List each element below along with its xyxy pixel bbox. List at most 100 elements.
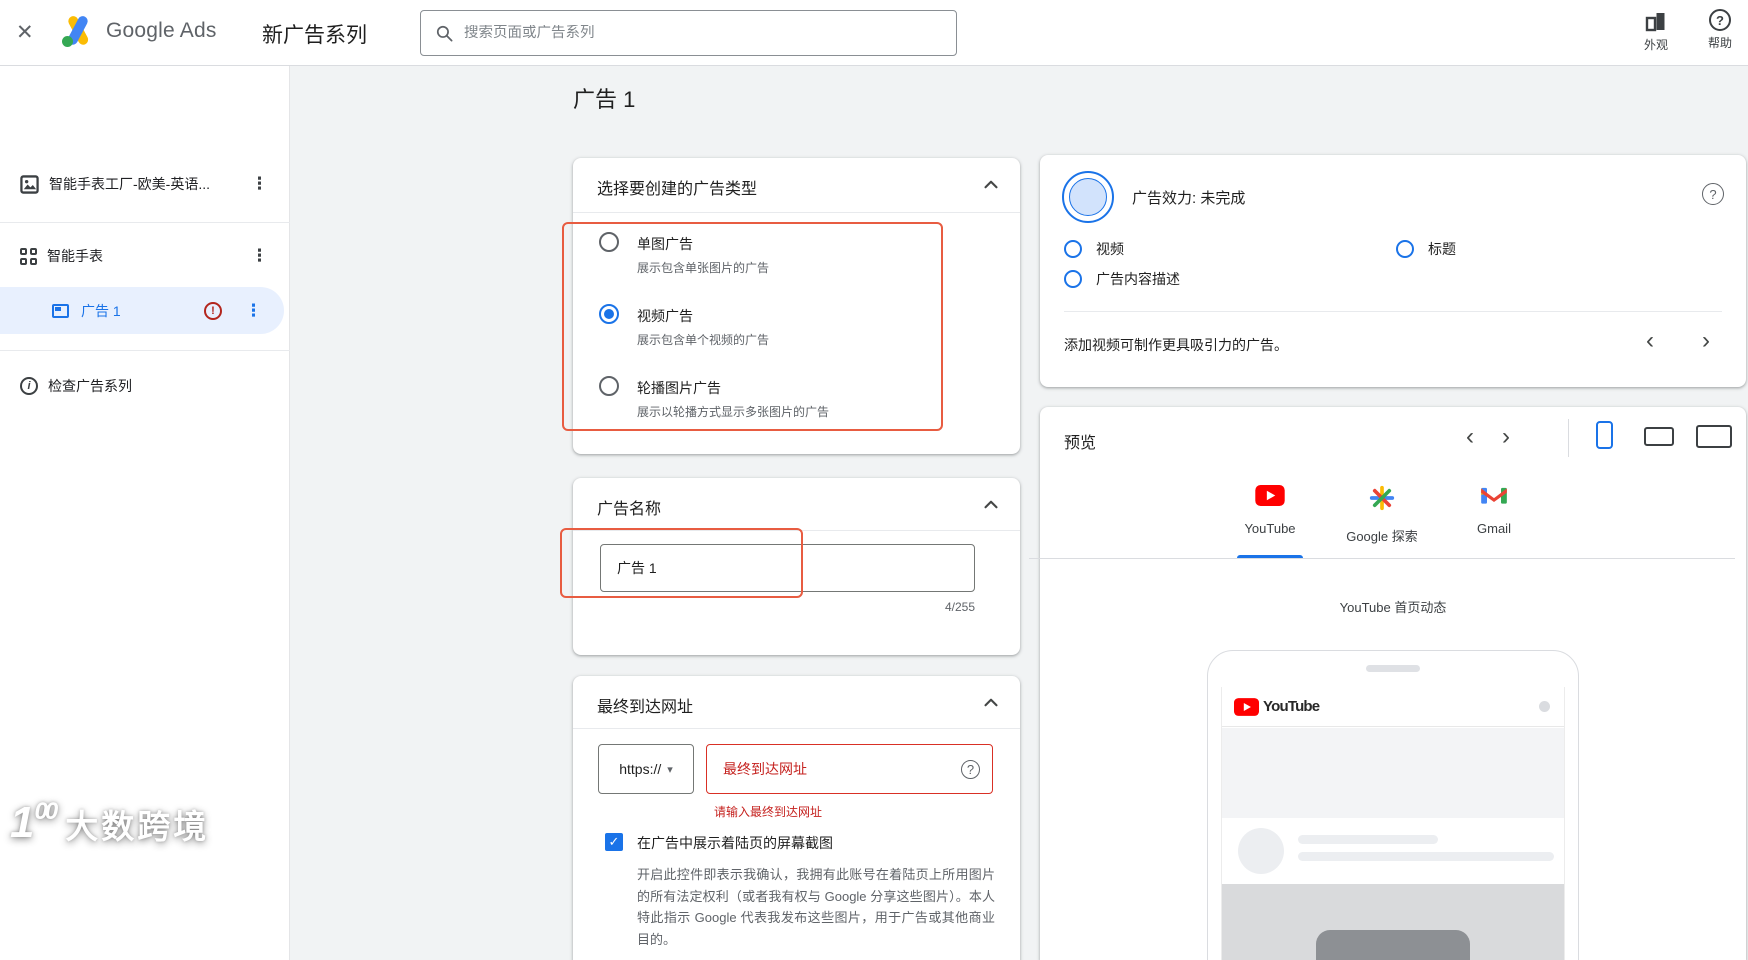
sidebar-divider xyxy=(0,350,290,351)
final-url-input-wrap: ? xyxy=(706,744,993,794)
card-divider xyxy=(573,530,1020,531)
ad-strength-gauge-icon xyxy=(1062,171,1114,223)
sidebar-divider xyxy=(0,222,290,223)
help-icon: ? xyxy=(1709,9,1731,31)
collapse-chevron-icon[interactable] xyxy=(980,174,1002,201)
ad-name-card: 广告名称 4/255 xyxy=(573,478,1020,655)
tab-label: Google 探索 xyxy=(1346,529,1418,544)
radio-carousel-ad[interactable] xyxy=(599,376,619,396)
top-bar: ✕ Google Ads 新广告系列 外观 ? xyxy=(0,0,1748,66)
phone-screen: YouTube xyxy=(1221,687,1565,960)
google-discover-icon xyxy=(1369,485,1395,511)
camera-dot xyxy=(1539,701,1550,712)
text-placeholder-bar xyxy=(1298,852,1554,861)
ad-type-card-title: 选择要创建的广告类型 xyxy=(597,181,758,198)
youtube-icon xyxy=(1255,485,1285,506)
adgroup-kebab-icon[interactable]: ⋮ xyxy=(251,246,268,266)
protocol-select[interactable]: https:// ▾ xyxy=(598,744,694,794)
watermark-logo: 100 xyxy=(10,798,58,847)
strength-item-headline[interactable]: 标题 xyxy=(1396,239,1456,259)
page-title: 新广告系列 xyxy=(262,24,367,47)
card-divider xyxy=(573,728,1020,729)
youtube-wordmark: YouTube xyxy=(1263,698,1320,715)
collapse-chevron-icon[interactable] xyxy=(980,692,1002,719)
phone-speaker xyxy=(1366,665,1420,672)
option-label[interactable]: 视频广告 xyxy=(637,306,693,326)
adgroup-grid-icon xyxy=(20,247,37,265)
sidebar-item-campaign[interactable]: 智能手表工厂-欧美-英语... ⋮ xyxy=(0,164,290,204)
ad-name-input[interactable] xyxy=(600,544,975,592)
final-url-card: 最终到达网址 https:// ▾ ? 请输入最终到达网址 ✓ 在广告中展示着陆… xyxy=(573,676,1020,960)
review-label: 检查广告系列 xyxy=(48,378,132,394)
rights-disclaimer-text: 开启此控件即表示我确认，我拥有此账号在着陆页上所用图片的所有法定权利（或者我有权… xyxy=(637,867,995,947)
strength-item-description[interactable]: 广告内容描述 xyxy=(1064,269,1180,289)
gmail-icon xyxy=(1481,487,1507,504)
preview-prev-icon[interactable]: ‹ xyxy=(1466,425,1474,449)
strength-help-icon[interactable]: ? xyxy=(1702,183,1724,205)
landing-screenshot-checkbox[interactable]: ✓ xyxy=(605,833,623,851)
surface-label: YouTube 首页动态 xyxy=(1339,600,1447,615)
header-vertical-divider xyxy=(1568,419,1569,457)
sidebar-item-adgroup[interactable]: 智能手表 ⋮ xyxy=(0,236,290,276)
video-placeholder-area xyxy=(1222,884,1564,960)
sidebar-item-review-campaign[interactable]: i 检查广告系列 xyxy=(0,366,290,406)
option-label[interactable]: 轮播图片广告 xyxy=(637,378,721,398)
campaign-kebab-icon[interactable]: ⋮ xyxy=(251,174,268,194)
incomplete-circle-icon xyxy=(1064,240,1082,258)
preview-card: 预览 ‹ › YouTube Google 探索 Gmail YouTube 首… xyxy=(1029,407,1746,960)
ad-heading: 广告 1 xyxy=(573,87,636,112)
appearance-button[interactable]: 外观 xyxy=(1630,9,1682,53)
help-button[interactable]: ? 帮助 xyxy=(1694,9,1746,51)
sidebar-item-ad-selected[interactable]: 广告 1 ! ⋮ xyxy=(0,287,284,334)
google-ads-logo-icon xyxy=(62,16,89,47)
campaign-label: 智能手表工厂-欧美-英语... xyxy=(49,176,210,192)
strength-item-label: 视频 xyxy=(1096,241,1124,257)
strength-item-video[interactable]: 视频 xyxy=(1064,239,1124,259)
radio-video-ad-selected[interactable] xyxy=(599,304,619,324)
collapse-chevron-icon[interactable] xyxy=(980,494,1002,521)
tab-gmail[interactable]: Gmail xyxy=(1451,473,1537,558)
option-desc: 展示包含单张图片的广告 xyxy=(637,261,770,275)
strength-item-label: 广告内容描述 xyxy=(1096,271,1180,287)
phone-mockup: YouTube xyxy=(1207,650,1579,960)
appearance-label: 外观 xyxy=(1643,38,1668,52)
incomplete-circle-icon xyxy=(1396,240,1414,258)
search-box xyxy=(420,10,957,56)
char-counter: 4/255 xyxy=(944,600,975,614)
google-ads-logo[interactable]: Google Ads xyxy=(58,12,217,50)
device-tv-icon[interactable] xyxy=(1696,425,1732,448)
google-ads-new-campaign-page: ✕ Google Ads 新广告系列 外观 ? xyxy=(0,0,1748,960)
checkbox-label[interactable]: 在广告中展示着陆页的屏幕截图 xyxy=(637,833,833,853)
ad-kebab-icon[interactable]: ⋮ xyxy=(245,301,262,321)
preview-surface-tabs: YouTube Google 探索 Gmail xyxy=(1029,473,1735,559)
video-placeholder xyxy=(1316,930,1470,960)
tab-youtube[interactable]: YouTube xyxy=(1227,473,1313,558)
tip-next-icon[interactable]: › xyxy=(1702,329,1710,353)
card-divider xyxy=(573,212,1020,213)
search-icon xyxy=(436,25,453,41)
placeholder-block xyxy=(1222,728,1564,818)
close-icon[interactable]: ✕ xyxy=(16,20,34,46)
url-error-text: 请输入最终到达网址 xyxy=(714,805,823,819)
watermark-text: 大数跨境 xyxy=(65,807,210,845)
tab-label: Gmail xyxy=(1477,521,1511,536)
card-divider xyxy=(1064,311,1722,312)
help-label: 帮助 xyxy=(1707,36,1732,50)
url-help-icon[interactable]: ? xyxy=(961,759,980,779)
youtube-logo-icon xyxy=(1234,697,1259,716)
brand-text: Google Ads xyxy=(106,19,217,42)
device-desktop-icon[interactable] xyxy=(1644,427,1674,446)
preview-next-icon[interactable]: › xyxy=(1502,425,1510,449)
tab-google-discover[interactable]: Google 探索 xyxy=(1339,473,1425,558)
campaign-image-icon xyxy=(20,174,39,194)
radio-single-image-ad[interactable] xyxy=(599,232,619,252)
info-icon: i xyxy=(20,377,38,395)
option-label[interactable]: 单图广告 xyxy=(637,234,693,254)
final-url-input[interactable] xyxy=(707,761,961,777)
watermark-dashukuajing: 100 大数跨境 xyxy=(10,800,209,845)
search-input[interactable] xyxy=(464,25,942,41)
appearance-icon xyxy=(1645,13,1665,32)
tip-prev-icon[interactable]: ‹ xyxy=(1646,329,1654,353)
device-mobile-icon-selected[interactable] xyxy=(1596,421,1613,449)
text-placeholder-bar xyxy=(1298,835,1438,844)
